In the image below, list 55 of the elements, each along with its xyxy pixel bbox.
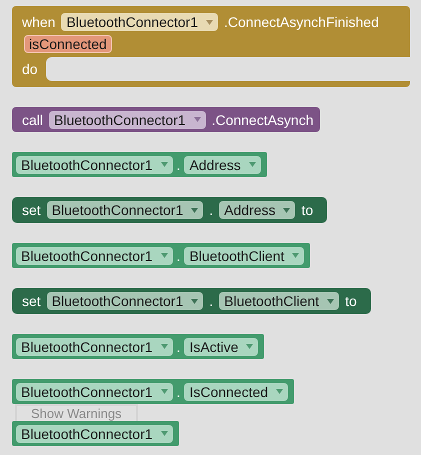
caret-icon	[160, 253, 168, 258]
component-dropdown[interactable]: BluetoothConnector1	[61, 13, 218, 31]
do-keyword: do	[22, 62, 38, 76]
method-call-block[interactable]: call BluetoothConnector1 .ConnectAsynch	[12, 107, 320, 132]
set-keyword: set	[22, 294, 41, 308]
caret-icon	[292, 253, 300, 258]
caret-icon	[194, 117, 201, 122]
caret-icon	[327, 298, 334, 304]
dot-separator: .	[176, 384, 180, 398]
component-dropdown[interactable]: BluetoothConnector1	[16, 338, 173, 356]
property-dropdown[interactable]: IsConnected	[184, 382, 288, 400]
dot-separator: .	[209, 203, 214, 217]
dot-separator: .	[176, 158, 180, 172]
to-keyword: to	[301, 203, 314, 217]
caret-icon	[248, 162, 256, 167]
component-dropdown[interactable]: BluetoothConnector1	[46, 292, 204, 310]
component-dropdown[interactable]: BluetoothConnector1	[16, 246, 173, 264]
component-dropdown[interactable]: BluetoothConnector1	[49, 110, 206, 128]
caret-icon	[191, 208, 198, 212]
to-keyword: to	[345, 294, 357, 308]
caret-icon	[160, 431, 168, 436]
property-getter-block[interactable]: BluetoothConnector1 . BluetoothClient	[12, 243, 310, 268]
dot-separator: .	[209, 294, 214, 308]
dot-separator: .	[176, 340, 180, 354]
component-dropdown[interactable]: BluetoothConnector1	[46, 201, 204, 219]
caret-icon	[246, 344, 254, 349]
caret-icon	[206, 20, 214, 24]
caret-icon	[160, 344, 168, 349]
caret-icon	[160, 162, 168, 167]
call-keyword: call	[22, 112, 44, 126]
property-getter-block[interactable]: BluetoothConnector1 . Address	[12, 152, 267, 177]
event-block[interactable]: when BluetoothConnector1 .ConnectAsynchFinished isConnected do	[12, 6, 410, 87]
event-name: .ConnectAsynchFinished	[224, 15, 379, 29]
caret-icon	[283, 208, 290, 212]
property-getter-block[interactable]: BluetoothConnector1 . IsActive	[12, 334, 264, 359]
component-dropdown[interactable]: BluetoothConnector1	[16, 382, 173, 400]
caret-icon	[160, 389, 168, 394]
parameter-chip[interactable]: isConnected	[24, 35, 112, 53]
property-dropdown[interactable]: Address	[219, 201, 296, 219]
caret-icon	[191, 298, 198, 304]
property-dropdown[interactable]: BluetoothClient	[219, 292, 340, 310]
component-dropdown[interactable]: BluetoothConnector1	[16, 156, 173, 174]
property-dropdown[interactable]: Address	[184, 156, 261, 174]
property-setter-block[interactable]: set BluetoothConnector1 . Address to	[12, 197, 328, 223]
dot-separator: .	[176, 248, 180, 262]
property-dropdown[interactable]: BluetoothClient	[184, 246, 304, 264]
when-keyword: when	[22, 15, 56, 29]
component-block[interactable]: BluetoothConnector1	[12, 421, 179, 446]
property-getter-block[interactable]: BluetoothConnector1 . IsConnected	[12, 379, 294, 404]
property-setter-block[interactable]: set BluetoothConnector1 . BluetoothClient to	[12, 288, 371, 314]
property-dropdown[interactable]: IsActive	[184, 338, 258, 356]
caret-icon	[276, 389, 284, 394]
component-dropdown[interactable]: BluetoothConnector1	[16, 424, 173, 442]
set-keyword: set	[22, 203, 41, 217]
method-name: .ConnectAsynch	[212, 112, 314, 126]
